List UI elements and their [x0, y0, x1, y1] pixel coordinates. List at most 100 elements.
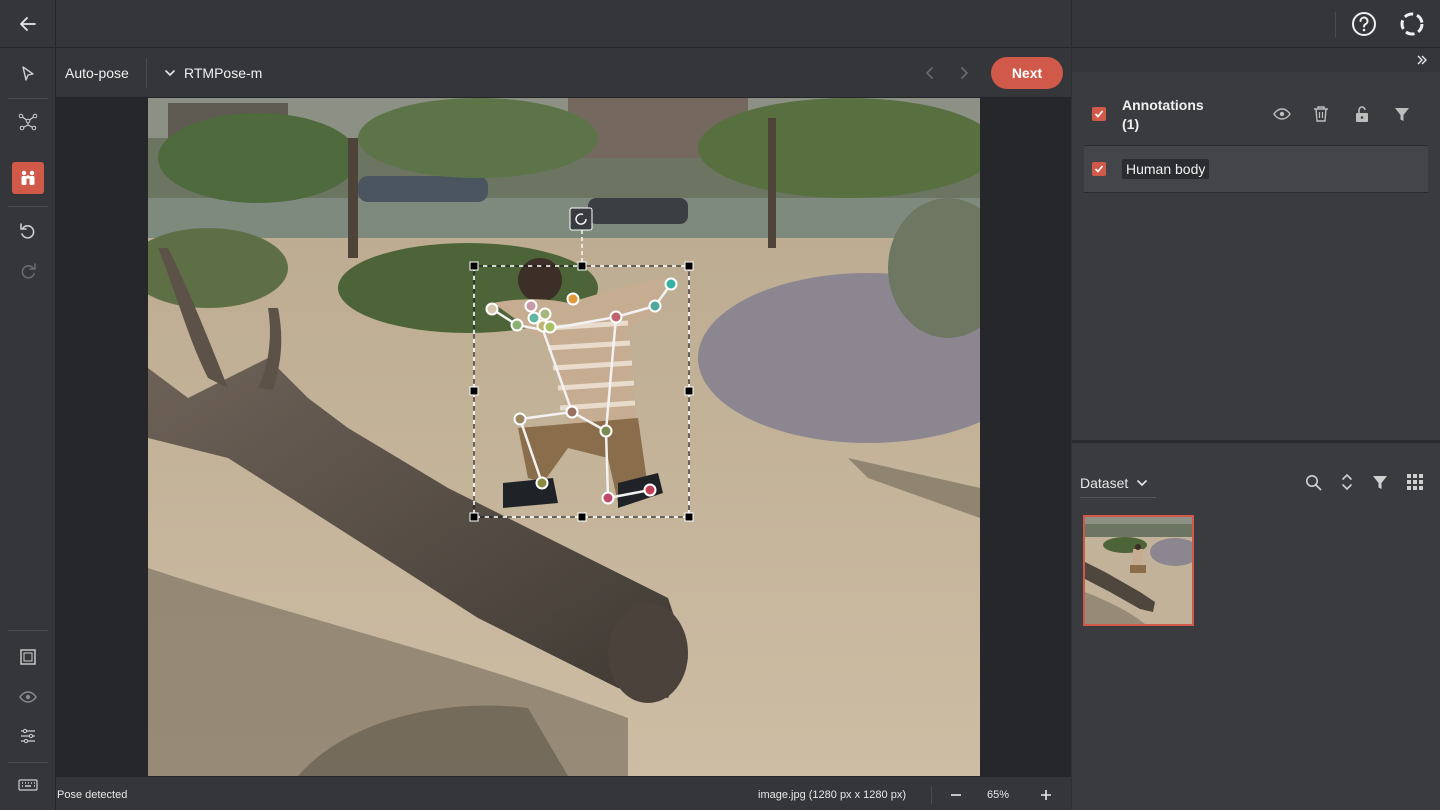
- keypoint[interactable]: [599, 424, 613, 438]
- tool-separator: [8, 762, 48, 763]
- search-icon: [1305, 474, 1321, 490]
- resize-handle[interactable]: [577, 261, 587, 271]
- keypoint[interactable]: [664, 277, 678, 291]
- status-bar: Pose detected image.jpg (1280 px x 1280 …: [56, 776, 1071, 810]
- resize-handle[interactable]: [684, 512, 694, 522]
- resize-handle[interactable]: [469, 512, 479, 522]
- collapse-panel-button[interactable]: [1412, 52, 1432, 68]
- keypoint[interactable]: [513, 412, 527, 426]
- dataset-dropdown[interactable]: Dataset: [1080, 473, 1148, 493]
- check-icon: [1094, 110, 1104, 118]
- keypoint[interactable]: [609, 310, 623, 324]
- left-toolbar: [0, 48, 56, 810]
- zoom-out-button[interactable]: [946, 785, 966, 805]
- grid-icon: [1407, 474, 1423, 490]
- top-divider: [1335, 12, 1336, 38]
- resize-handle[interactable]: [469, 261, 479, 271]
- help-icon: [1352, 12, 1376, 36]
- adjustments-button[interactable]: [12, 720, 44, 752]
- resize-handle[interactable]: [469, 386, 479, 396]
- annotations-select-all-checkbox[interactable]: [1092, 107, 1106, 121]
- keypoint[interactable]: [527, 311, 541, 325]
- keypoint[interactable]: [601, 491, 615, 505]
- tool-separator: [8, 98, 48, 99]
- panel-resize-handle[interactable]: [1072, 440, 1440, 443]
- keypoint[interactable]: [535, 476, 549, 490]
- right-panel: Annotations (1) Human body Dataset: [1072, 48, 1440, 810]
- redo-icon: [21, 263, 36, 279]
- people-icon: [21, 170, 35, 185]
- keypoint[interactable]: [543, 320, 557, 334]
- filter-dataset-button[interactable]: [1370, 472, 1390, 492]
- fit-screen-icon: [20, 649, 36, 665]
- keypoint[interactable]: [524, 299, 538, 313]
- toggle-visibility-button[interactable]: [1272, 104, 1292, 124]
- zoom-in-button[interactable]: [1036, 785, 1056, 805]
- search-dataset-button[interactable]: [1303, 472, 1323, 492]
- annotated-image[interactable]: [148, 98, 980, 776]
- keypoint[interactable]: [565, 405, 579, 419]
- sliders-icon: [21, 728, 35, 744]
- visibility-button[interactable]: [12, 681, 44, 713]
- header-separator: [146, 58, 147, 88]
- next-button[interactable]: Next: [991, 57, 1063, 89]
- cursor-arrow-icon: [22, 66, 34, 81]
- status-separator: [931, 786, 932, 804]
- select-tool[interactable]: [12, 58, 44, 90]
- auto-pose-tool[interactable]: [12, 162, 44, 194]
- unlock-icon: [1356, 106, 1368, 122]
- keypoint[interactable]: [485, 302, 499, 316]
- zoom-level: 65%: [987, 789, 1010, 801]
- annotations-header: Annotations (1): [1122, 96, 1204, 134]
- model-name: RTMPose-m: [184, 65, 263, 81]
- next-image-arrow-button[interactable]: [954, 62, 974, 84]
- double-chevron-right-icon: [1417, 55, 1427, 65]
- eye-icon: [1273, 108, 1291, 120]
- fit-to-screen-button[interactable]: [12, 641, 44, 673]
- annotation-item[interactable]: Human body: [1084, 145, 1428, 193]
- trash-icon: [1314, 106, 1328, 122]
- minus-icon: [951, 794, 961, 796]
- shortcuts-button[interactable]: [12, 769, 44, 801]
- previous-image-button[interactable]: [920, 62, 940, 84]
- back-button[interactable]: [0, 0, 56, 48]
- panel-top-strip: [1072, 48, 1440, 72]
- keypoint[interactable]: [510, 318, 524, 332]
- eye-icon: [19, 691, 37, 703]
- annotation-label[interactable]: Human body: [1122, 159, 1210, 179]
- help-button[interactable]: [1350, 10, 1378, 38]
- keypoint[interactable]: [538, 307, 552, 321]
- file-info: image.jpg (1280 px x 1280 px): [758, 789, 906, 801]
- mode-label: Auto-pose: [65, 65, 129, 81]
- redo-button[interactable]: [12, 255, 44, 287]
- dataset-thumbnail[interactable]: [1083, 515, 1194, 626]
- chevron-down-icon: [1137, 480, 1148, 487]
- annotation-checkbox[interactable]: [1092, 162, 1106, 176]
- filter-annotations-button[interactable]: [1392, 104, 1412, 124]
- chevron-right-icon: [961, 67, 969, 79]
- lock-annotations-button[interactable]: [1352, 104, 1372, 124]
- skeleton-tool[interactable]: [12, 106, 44, 138]
- plus-icon: [1041, 790, 1051, 800]
- resize-handle[interactable]: [684, 386, 694, 396]
- filter-icon: [1395, 108, 1409, 121]
- keypoint[interactable]: [643, 483, 657, 497]
- chevron-left-icon: [925, 67, 933, 79]
- resize-handle[interactable]: [684, 261, 694, 271]
- rotate-handle[interactable]: [569, 207, 593, 231]
- keypoint[interactable]: [648, 299, 662, 313]
- dataset-underline: [1080, 497, 1156, 498]
- delete-annotations-button[interactable]: [1311, 104, 1331, 124]
- grid-view-button[interactable]: [1405, 472, 1425, 492]
- undo-button[interactable]: [12, 215, 44, 247]
- model-dropdown[interactable]: RTMPose-m: [164, 61, 262, 85]
- arrow-left-icon: [19, 17, 36, 31]
- sort-dataset-button[interactable]: [1337, 472, 1357, 492]
- keyboard-icon: [18, 779, 38, 791]
- keypoint[interactable]: [566, 292, 580, 306]
- image-canvas[interactable]: [56, 98, 1071, 776]
- chevron-down-icon: [165, 70, 175, 77]
- resize-handle[interactable]: [577, 512, 587, 522]
- top-divider: [1071, 0, 1072, 48]
- tool-separator: [8, 630, 48, 631]
